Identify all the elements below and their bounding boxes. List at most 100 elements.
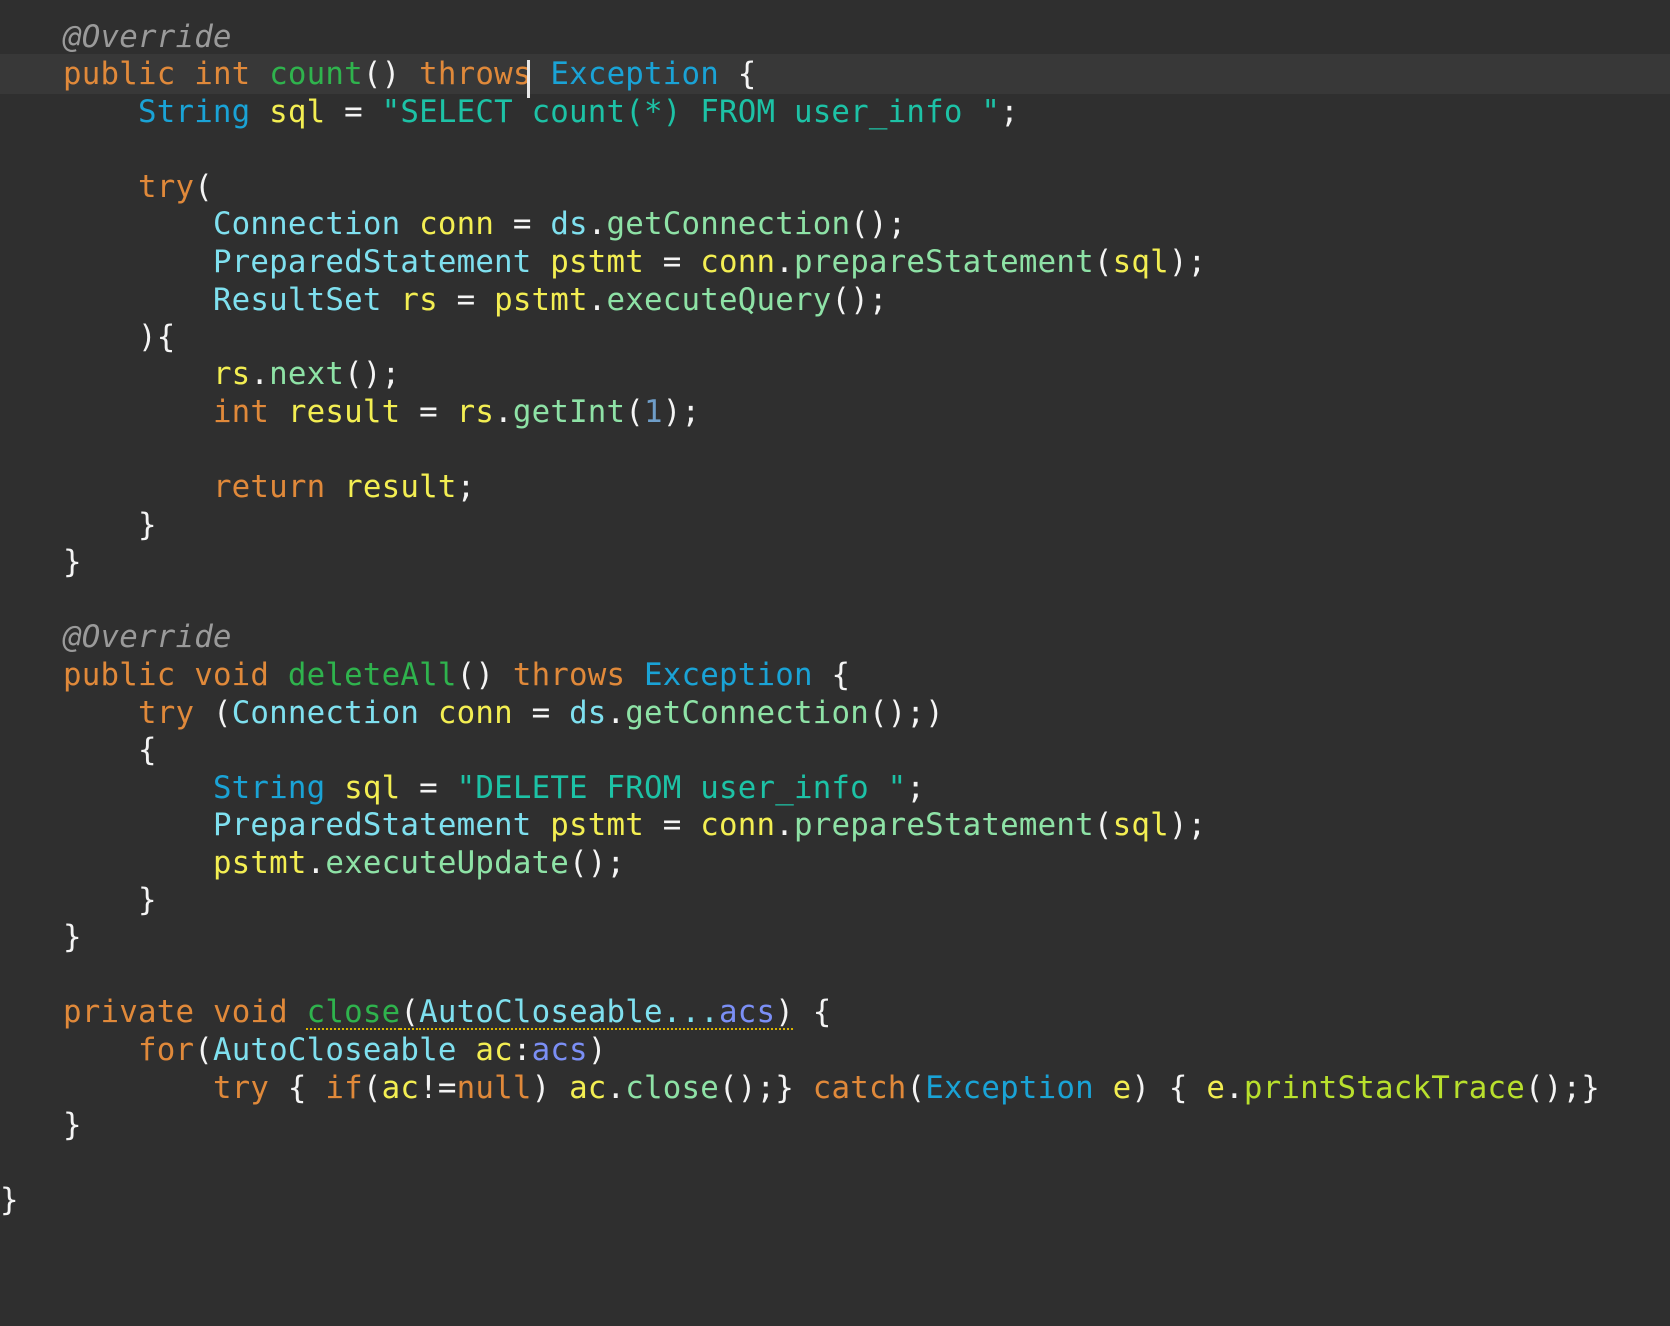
code-token: {	[794, 994, 832, 1030]
code-line[interactable]: }	[0, 542, 1670, 582]
code-token: .	[494, 394, 513, 430]
code-line[interactable]: @Override	[0, 17, 1670, 57]
code-token: acs	[531, 1032, 588, 1068]
code-line[interactable]: }	[0, 880, 1670, 920]
code-line[interactable]: rs.next();	[0, 354, 1670, 394]
code-token: for	[137, 1032, 195, 1068]
code-line[interactable]: int result = rs.getInt(1);	[0, 392, 1670, 432]
code-token: }	[63, 1107, 82, 1143]
code-token: .	[587, 282, 607, 318]
code-token: (	[1093, 807, 1113, 843]
code-token: ();}	[719, 1070, 813, 1106]
code-token: ac	[475, 1032, 513, 1068]
code-token: (	[625, 394, 645, 430]
code-token: =	[644, 244, 701, 280]
code-token: result	[287, 394, 401, 430]
code-token: (	[194, 1032, 213, 1068]
code-token: getInt	[512, 394, 626, 430]
code-token: public	[63, 657, 176, 693]
code-line[interactable]: }	[0, 917, 1670, 957]
code-line[interactable]: ){	[0, 317, 1670, 357]
code-token: ds	[569, 695, 607, 731]
code-line[interactable]: public int count() throws Exception {	[0, 54, 1670, 94]
code-token: .	[1225, 1070, 1244, 1106]
code-token: Exception	[550, 56, 720, 92]
code-token: pstmt	[550, 807, 645, 843]
code-line[interactable]: @Override	[0, 617, 1670, 657]
code-token: acs	[719, 994, 776, 1030]
code-token: close	[625, 1070, 720, 1106]
code-editor[interactable]: @Override public int count() throws Excep…	[0, 0, 1670, 1326]
code-token: pstmt	[494, 282, 588, 318]
code-token: catch	[812, 1070, 907, 1106]
code-token: int	[212, 394, 270, 430]
code-token: AutoCloseable...	[419, 994, 720, 1030]
code-token: close	[306, 994, 401, 1030]
code-token: conn	[419, 206, 495, 242]
code-line[interactable]: Connection conn = ds.getConnection();	[0, 204, 1670, 244]
code-token: try	[137, 169, 195, 205]
code-token: @Override	[63, 19, 232, 55]
code-line[interactable]	[0, 430, 1670, 470]
code-token: (	[1093, 244, 1113, 280]
code-token: =	[644, 807, 701, 843]
code-token: next	[269, 356, 345, 392]
code-line[interactable]: private void close(AutoCloseable...acs) …	[0, 992, 1670, 1032]
code-token: :	[512, 1032, 532, 1068]
code-token: conn	[700, 807, 776, 843]
code-token: )	[531, 1070, 570, 1106]
code-line[interactable]: }	[0, 1105, 1670, 1145]
code-line[interactable]	[0, 129, 1670, 169]
code-token: rs	[212, 356, 251, 392]
code-token: )	[775, 994, 794, 1030]
code-line[interactable]: }	[0, 505, 1670, 545]
code-token: Exception	[644, 657, 813, 693]
code-line[interactable]	[0, 580, 1670, 620]
code-line[interactable]: PreparedStatement pstmt = conn.prepareSt…	[0, 805, 1670, 845]
code-line[interactable]: pstmt.executeUpdate();	[0, 843, 1670, 883]
code-line[interactable]: try (Connection conn = ds.getConnection(…	[0, 693, 1670, 733]
code-line[interactable]: String sql = "SELECT count(*) FROM user_…	[0, 92, 1670, 132]
code-token: }	[63, 544, 82, 580]
code-token: ();	[569, 845, 626, 881]
code-line[interactable]: return result;	[0, 467, 1670, 507]
code-token: try	[212, 1070, 270, 1106]
code-line[interactable]: String sql = "DELETE FROM user_info ";	[0, 768, 1670, 808]
code-token: .	[606, 695, 626, 731]
code-token: getConnection	[625, 695, 869, 731]
code-token: ) {	[1131, 1070, 1207, 1106]
code-token: (	[194, 169, 213, 205]
code-token: try	[137, 695, 195, 731]
code-token: =	[400, 770, 457, 806]
code-line[interactable]: try(	[0, 167, 1670, 207]
code-line[interactable]: }	[0, 1180, 1670, 1220]
code-token: deleteAll	[287, 657, 457, 693]
code-line[interactable]	[0, 955, 1670, 995]
code-token: result	[344, 469, 457, 505]
code-token: Connection	[231, 695, 420, 731]
code-line[interactable]: try { if(ac!=null) ac.close();} catch(Ex…	[0, 1068, 1670, 1108]
code-line[interactable]: PreparedStatement pstmt = conn.prepareSt…	[0, 242, 1670, 282]
code-token: count	[269, 56, 363, 92]
code-token: void	[212, 994, 288, 1030]
code-line[interactable]: for(AutoCloseable ac:acs)	[0, 1030, 1670, 1070]
code-line[interactable]	[0, 1143, 1670, 1183]
code-token: {	[269, 1070, 326, 1106]
code-line[interactable]: public void deleteAll() throws Exception…	[0, 655, 1670, 695]
code-token: )	[587, 1032, 607, 1068]
code-line[interactable]: {	[0, 730, 1670, 770]
code-token: AutoCloseable	[212, 1032, 457, 1068]
code-token: PreparedStatement	[212, 244, 532, 280]
code-line[interactable]: ResultSet rs = pstmt.executeQuery();	[0, 280, 1670, 320]
code-token: printStackTrace	[1243, 1070, 1525, 1106]
